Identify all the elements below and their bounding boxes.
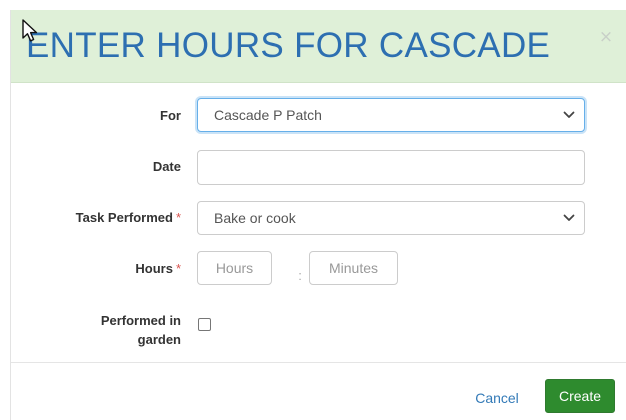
- task-select-value: Bake or cook: [214, 210, 296, 226]
- hours-label-text: Hours: [135, 261, 173, 276]
- footer-divider: [11, 362, 626, 363]
- minutes-input[interactable]: [309, 251, 398, 285]
- create-button[interactable]: Create: [545, 379, 615, 413]
- modal-title: ENTER HOURS FOR CASCADE: [26, 26, 551, 65]
- hours-input[interactable]: [197, 251, 272, 285]
- date-label: Date: [11, 159, 181, 174]
- for-label: For: [11, 108, 181, 123]
- date-label-text: Date: [152, 159, 181, 174]
- required-mark: *: [175, 261, 181, 276]
- in-garden-label-line2: garden: [137, 332, 181, 347]
- for-select[interactable]: Cascade P Patch: [197, 98, 585, 132]
- cursor-icon: [22, 19, 38, 42]
- close-button[interactable]: ×: [596, 27, 616, 47]
- task-label-text: Task Performed: [75, 210, 173, 225]
- in-garden-label-line1: Performed in: [100, 313, 181, 328]
- enter-hours-modal: ENTER HOURS FOR CASCADE × For Cascade P …: [10, 10, 626, 420]
- for-label-text: For: [160, 108, 181, 123]
- hours-label: Hours *: [11, 261, 181, 276]
- modal-header: ENTER HOURS FOR CASCADE ×: [11, 10, 626, 83]
- chevron-down-icon: [563, 214, 575, 221]
- in-garden-label: Performed in garden: [11, 311, 181, 349]
- cancel-button[interactable]: Cancel: [467, 387, 527, 409]
- chevron-down-icon: [563, 111, 575, 118]
- task-select[interactable]: Bake or cook: [197, 201, 585, 235]
- date-input[interactable]: [197, 150, 585, 185]
- time-separator: :: [298, 268, 302, 283]
- task-label: Task Performed *: [11, 210, 181, 225]
- for-select-value: Cascade P Patch: [214, 107, 322, 123]
- required-mark: *: [175, 210, 181, 225]
- in-garden-checkbox[interactable]: [198, 318, 211, 331]
